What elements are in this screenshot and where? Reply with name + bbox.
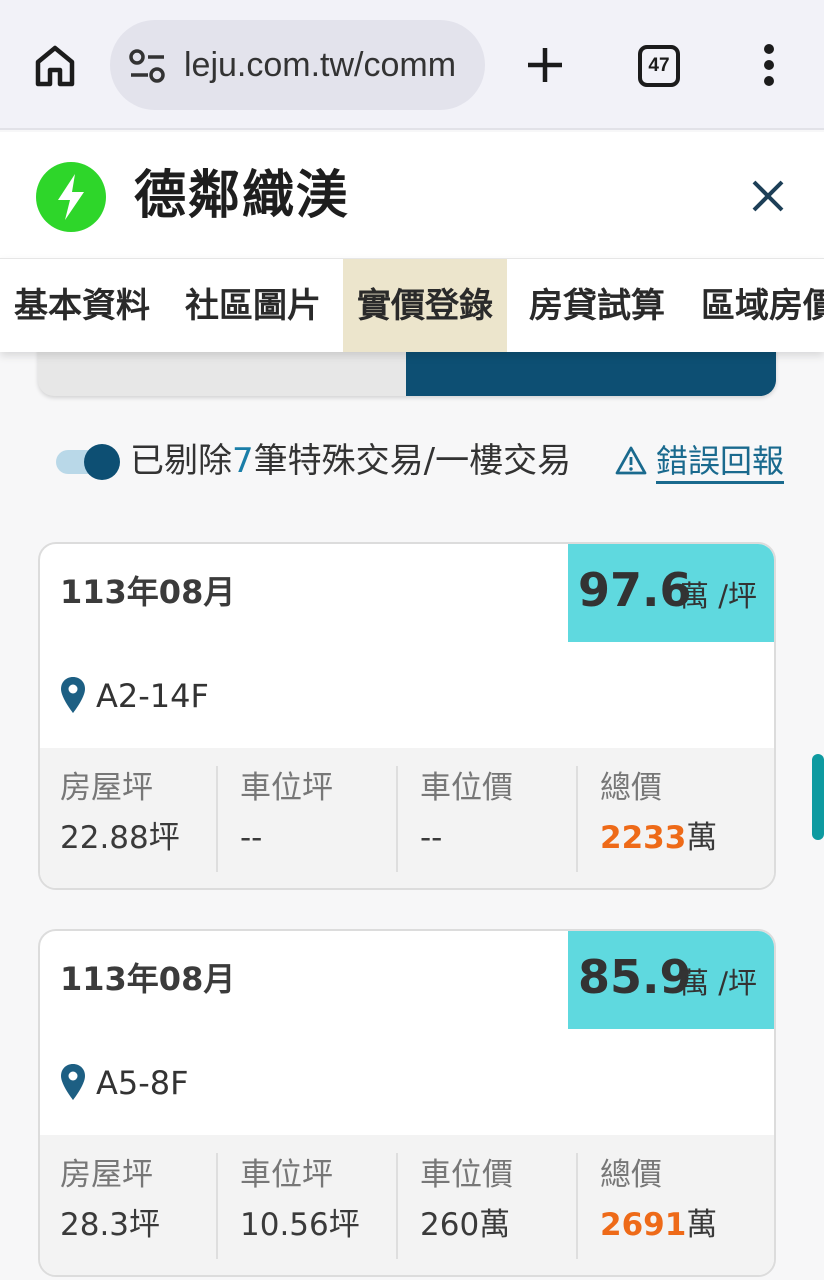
stat-label: 車位價 bbox=[420, 1157, 513, 1193]
stat-house-area: 房屋坪 28.3坪 bbox=[40, 1153, 218, 1259]
error-report-link[interactable]: 錯誤回報 bbox=[656, 438, 785, 484]
stat-value: 2691萬 bbox=[600, 1203, 717, 1247]
unit-price-badge: 85.9 萬 /坪 bbox=[568, 931, 774, 1029]
unit-price-value: 85.9 bbox=[578, 950, 692, 1004]
location-pin-icon bbox=[60, 676, 86, 714]
unit-price-unit: 萬 /坪 bbox=[680, 579, 757, 613]
overflow-menu-icon[interactable] bbox=[752, 40, 786, 90]
url-text[interactable]: leju.com.tw/comm bbox=[184, 42, 474, 88]
site-settings-icon[interactable] bbox=[128, 48, 168, 84]
close-icon[interactable] bbox=[748, 176, 788, 216]
stat-label: 車位坪 bbox=[240, 770, 333, 806]
total-price-unit: 萬 bbox=[686, 1207, 718, 1243]
page-title: 德鄰織渼 bbox=[134, 166, 351, 226]
transaction-stats: 房屋坪 22.88坪 車位坪 -- 車位價 -- 總價 2233萬 bbox=[40, 748, 774, 888]
divider bbox=[396, 1153, 398, 1259]
unit-floor: A2-14F bbox=[96, 677, 209, 715]
stat-label: 車位價 bbox=[420, 770, 513, 806]
new-tab-icon[interactable] bbox=[520, 40, 570, 90]
stat-value: 2233萬 bbox=[600, 816, 717, 860]
transaction-stats: 房屋坪 28.3坪 車位坪 10.56坪 車位價 260萬 總價 2691萬 bbox=[40, 1135, 774, 1275]
stat-value: 22.88坪 bbox=[60, 820, 180, 856]
stat-parking-price: 車位價 -- bbox=[400, 766, 578, 872]
stat-value: -- bbox=[420, 820, 443, 856]
stat-label: 車位坪 bbox=[240, 1157, 333, 1193]
total-price-value: 2691 bbox=[600, 1207, 687, 1243]
excluded-count: 7 bbox=[232, 441, 254, 481]
transaction-card[interactable]: 113年08月 97.6 萬 /坪 A2-14F 房屋坪 22.88坪 車位坪 … bbox=[38, 542, 776, 890]
tab-actual-price[interactable]: 實價登錄 bbox=[343, 259, 507, 352]
filter-status-text: 已剔除7筆特殊交易/一樓交易 bbox=[130, 438, 571, 484]
stat-total-price: 總價 2233萬 bbox=[580, 766, 758, 872]
app-header: 德鄰織渼 bbox=[0, 132, 824, 258]
tab-switcher-button[interactable]: 47 bbox=[638, 45, 680, 87]
scrollbar-thumb[interactable] bbox=[812, 754, 824, 840]
total-price-unit: 萬 bbox=[686, 820, 718, 856]
stat-label: 總價 bbox=[600, 1157, 662, 1193]
stat-parking-area: 車位坪 -- bbox=[220, 766, 398, 872]
address-bar[interactable]: leju.com.tw/comm bbox=[110, 20, 485, 110]
section-tab-bar: 基本資料 社區圖片 實價登錄 房貸試算 區域房價 bbox=[0, 258, 824, 352]
divider bbox=[576, 766, 578, 872]
tab-basic-info[interactable]: 基本資料 bbox=[0, 259, 164, 352]
total-price-value: 2233 bbox=[600, 820, 687, 856]
divider bbox=[216, 1153, 218, 1259]
stat-value: 260萬 bbox=[420, 1207, 511, 1243]
transaction-card[interactable]: 113年08月 85.9 萬 /坪 A5-8F 房屋坪 28.3坪 車位坪 10… bbox=[38, 929, 776, 1277]
stat-value: -- bbox=[240, 820, 263, 856]
location-pin-icon bbox=[60, 1063, 86, 1101]
stat-label: 總價 bbox=[600, 770, 662, 806]
transaction-date: 113年08月 bbox=[60, 960, 236, 998]
tab-community-photos[interactable]: 社區圖片 bbox=[171, 259, 335, 352]
tab-area-price[interactable]: 區域房價 bbox=[687, 259, 824, 352]
stat-value: 10.56坪 bbox=[240, 1207, 360, 1243]
transaction-date: 113年08月 bbox=[60, 573, 236, 611]
stat-parking-area: 車位坪 10.56坪 bbox=[220, 1153, 398, 1259]
lightning-bolt-icon bbox=[36, 162, 106, 232]
stat-value: 28.3坪 bbox=[60, 1207, 161, 1243]
tab-mortgage-calc[interactable]: 房貸試算 bbox=[515, 259, 679, 352]
toggle-knob bbox=[84, 444, 120, 480]
stat-label: 房屋坪 bbox=[60, 770, 153, 806]
warning-icon[interactable] bbox=[614, 444, 648, 478]
stat-label: 房屋坪 bbox=[60, 1157, 153, 1193]
unit-price-unit: 萬 /坪 bbox=[680, 966, 757, 1000]
unit-price-badge: 97.6 萬 /坪 bbox=[568, 544, 774, 642]
unit-price-value: 97.6 bbox=[578, 563, 692, 617]
stat-house-area: 房屋坪 22.88坪 bbox=[40, 766, 218, 872]
exclude-special-toggle[interactable] bbox=[56, 444, 122, 480]
unit-floor: A5-8F bbox=[96, 1064, 189, 1102]
divider bbox=[576, 1153, 578, 1259]
filter-suffix: 筆特殊交易/一樓交易 bbox=[253, 441, 572, 481]
browser-toolbar: leju.com.tw/comm 47 bbox=[0, 0, 824, 130]
home-icon[interactable] bbox=[30, 40, 80, 90]
stat-total-price: 總價 2691萬 bbox=[580, 1153, 758, 1259]
divider bbox=[396, 766, 398, 872]
filter-prefix: 已剔除 bbox=[130, 441, 232, 481]
stat-parking-price: 車位價 260萬 bbox=[400, 1153, 578, 1259]
divider bbox=[216, 766, 218, 872]
